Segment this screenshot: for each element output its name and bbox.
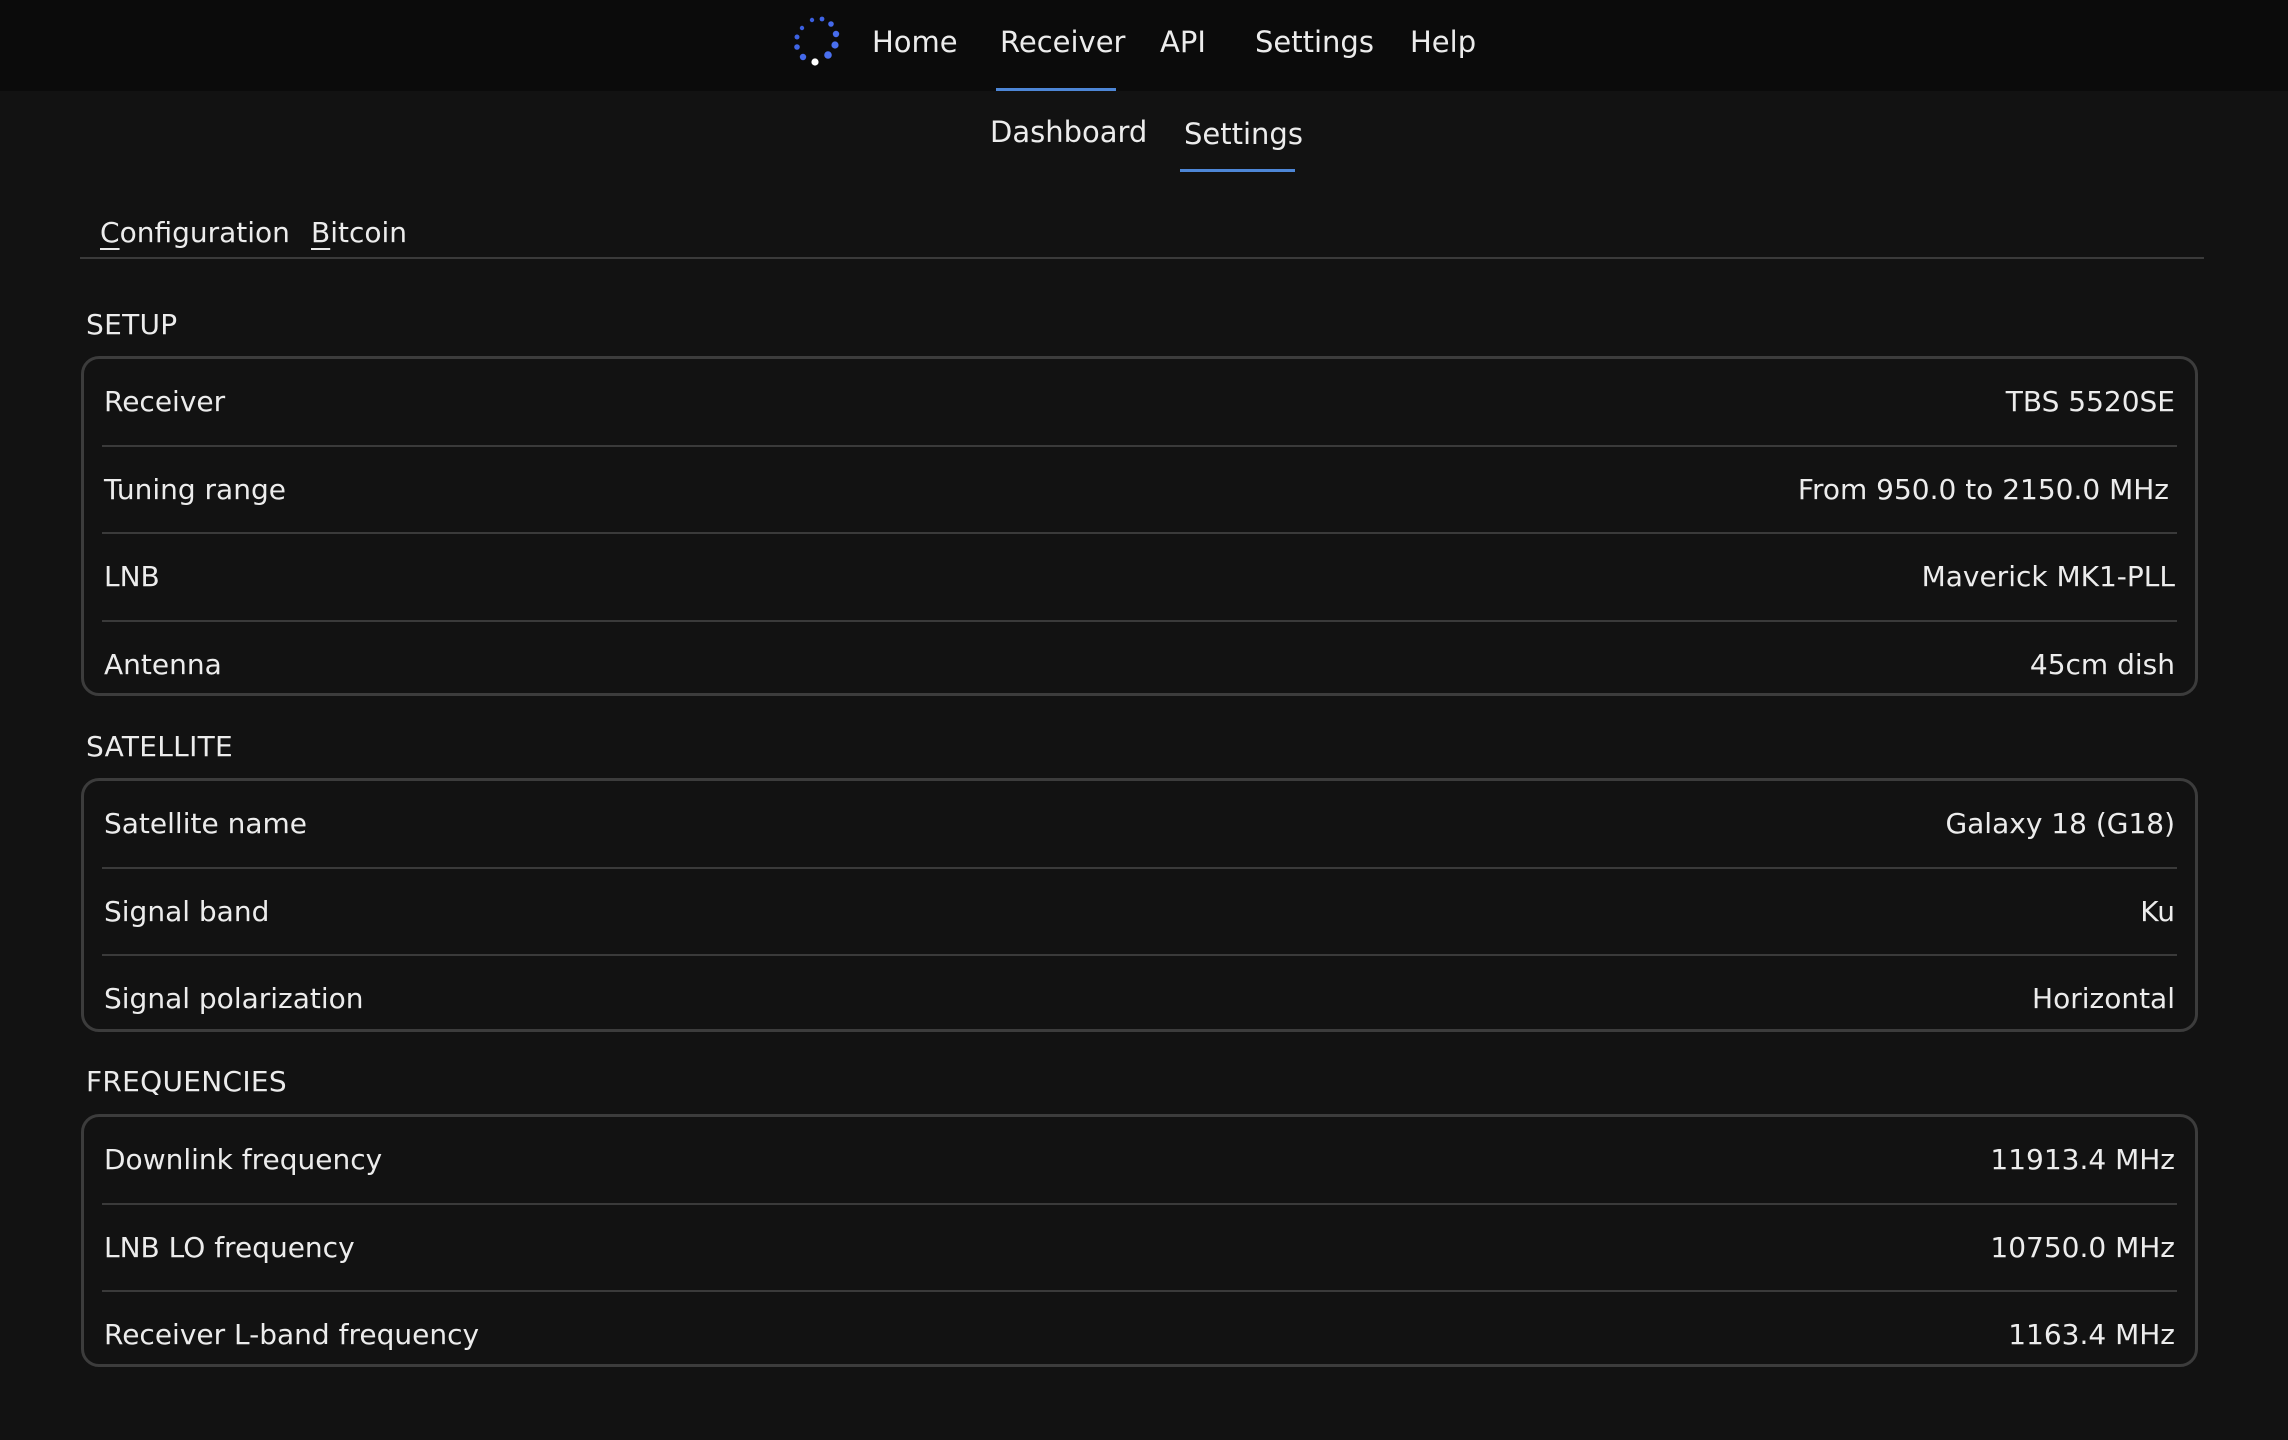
row-label: Downlink frequency: [104, 1143, 383, 1177]
tab-label-rest: onfiguration: [119, 216, 290, 249]
satellite-row-signal-band: Signal band Ku: [102, 866, 2177, 955]
section-title-frequencies: FREQUENCIES: [86, 1065, 287, 1098]
row-label: Signal band: [104, 894, 270, 928]
top-navigation-bar: Home Receiver API Settings Help: [0, 0, 2288, 91]
row-value: Maverick MK1-PLL: [1921, 560, 2175, 594]
row-value: Galaxy 18 (G18): [1945, 807, 2175, 841]
nav-help[interactable]: Help: [1410, 20, 1476, 64]
row-value: 1163.4 MHz: [2008, 1318, 2175, 1352]
setup-card: Receiver TBS 5520SE Tuning range From 95…: [81, 356, 2198, 696]
row-label: Receiver: [104, 385, 226, 419]
tab-mnemonic: C: [100, 216, 120, 249]
setup-row-receiver: Receiver TBS 5520SE: [102, 359, 2177, 445]
row-value: From 950.0 to 2150.0 MHz: [1797, 472, 2169, 506]
frequencies-card: Downlink frequency 11913.4 MHz LNB LO fr…: [81, 1114, 2198, 1367]
nav-active-indicator: [996, 88, 1116, 91]
row-label: Receiver L-band frequency: [104, 1318, 480, 1352]
nav-receiver[interactable]: Receiver: [1000, 20, 1125, 64]
spinner-logo-icon[interactable]: [786, 12, 848, 74]
tab-mnemonic: B: [311, 216, 331, 249]
section-title-setup: SETUP: [86, 308, 178, 341]
nav-settings[interactable]: Settings: [1255, 20, 1374, 64]
frequency-row-lnb-lo: LNB LO frequency 10750.0 MHz: [102, 1202, 2177, 1291]
setup-row-antenna: Antenna 45cm dish: [102, 619, 2177, 708]
row-label: LNB: [104, 560, 160, 594]
row-label: Satellite name: [104, 807, 307, 841]
row-label: LNB LO frequency: [104, 1230, 355, 1264]
row-label: Signal polarization: [104, 982, 364, 1016]
subnav-active-indicator: [1180, 169, 1295, 172]
row-value: Horizontal: [2032, 982, 2175, 1016]
tab-separator: [80, 257, 2204, 259]
subnav-dashboard[interactable]: Dashboard: [990, 110, 1147, 154]
satellite-row-name: Satellite name Galaxy 18 (G18): [102, 781, 2177, 867]
setup-row-tuning-range: Tuning range From 950.0 to 2150.0 MHz: [102, 444, 2177, 533]
nav-home[interactable]: Home: [872, 20, 958, 64]
subnav-settings[interactable]: Settings: [1184, 112, 1303, 156]
frequency-row-l-band: Receiver L-band frequency 1163.4 MHz: [102, 1290, 2177, 1378]
tab-label-rest: itcoin: [330, 216, 408, 249]
tab-bitcoin[interactable]: Bitcoin: [311, 212, 407, 254]
row-label: Tuning range: [104, 472, 286, 506]
row-label: Antenna: [104, 647, 222, 681]
satellite-row-polarization: Signal polarization Horizontal: [102, 954, 2177, 1042]
section-title-satellite: SATELLITE: [86, 730, 234, 763]
row-value: 10750.0 MHz: [1990, 1230, 2175, 1264]
nav-api[interactable]: API: [1160, 20, 1206, 64]
tab-configuration[interactable]: Configuration: [100, 212, 290, 254]
row-value: Ku: [2140, 894, 2175, 928]
frequency-row-downlink: Downlink frequency 11913.4 MHz: [102, 1117, 2177, 1203]
satellite-card: Satellite name Galaxy 18 (G18) Signal ba…: [81, 778, 2198, 1032]
setup-row-lnb: LNB Maverick MK1-PLL: [102, 532, 2177, 620]
row-value: 11913.4 MHz: [1990, 1143, 2175, 1177]
row-value: TBS 5520SE: [2005, 385, 2175, 419]
row-value: 45cm dish: [2029, 647, 2175, 681]
